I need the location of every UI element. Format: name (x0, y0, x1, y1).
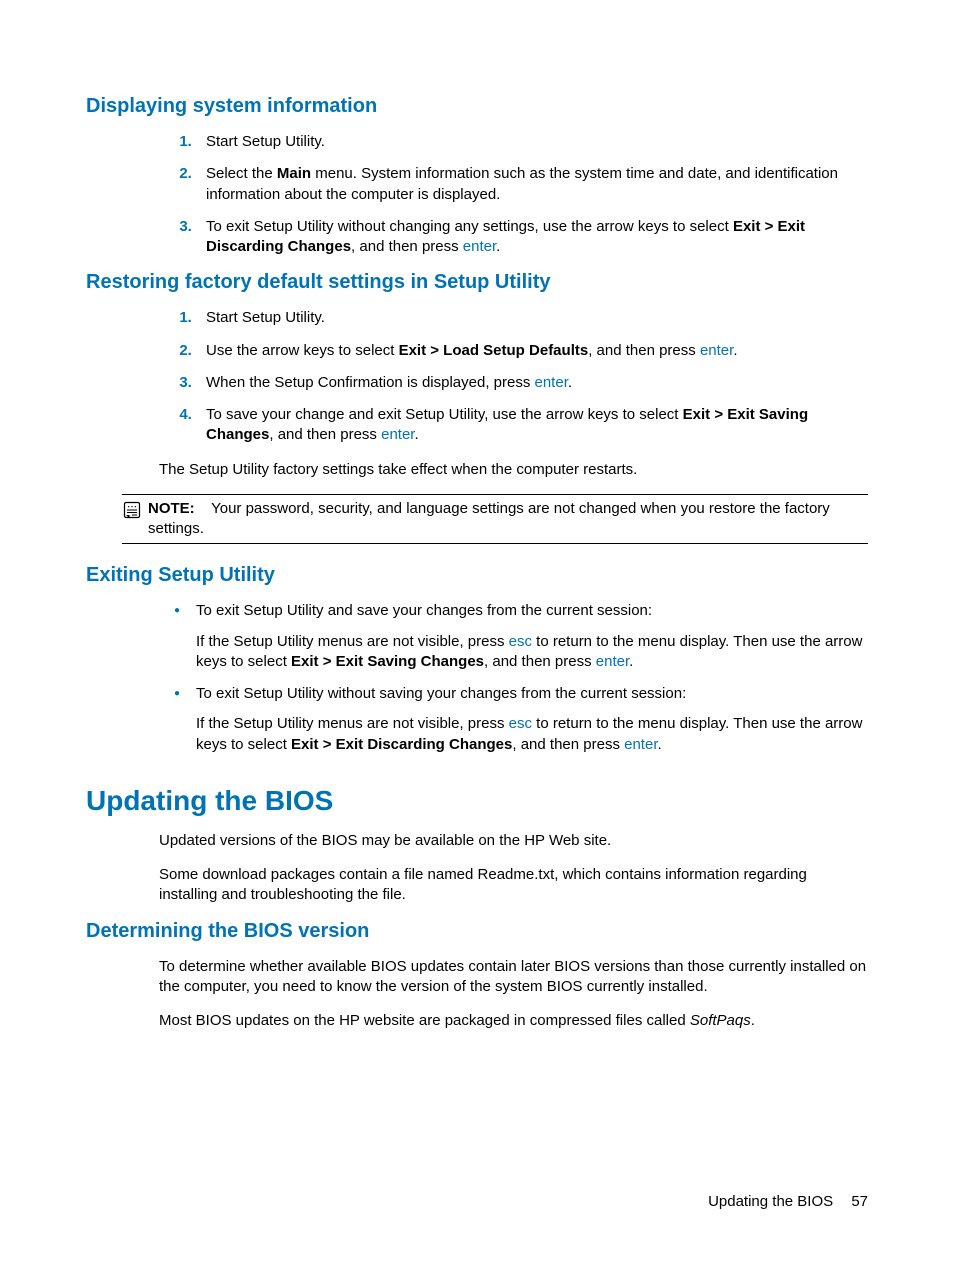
heading-updating-the-bios: Updating the BIOS (86, 785, 868, 817)
heading-displaying-system-information: Displaying system information (86, 95, 868, 118)
text-run: , and then press (588, 342, 700, 359)
bold-text: Exit > Exit Discarding Changes (291, 736, 512, 753)
key-name: enter (535, 374, 568, 391)
body-text: The Setup Utility factory settings take … (86, 460, 868, 480)
ordered-list-section2: Start Setup Utility. Use the arrow keys t… (86, 308, 868, 445)
heading-exiting-setup-utility: Exiting Setup Utility (86, 564, 868, 587)
list-item: Start Setup Utility. (196, 308, 868, 328)
text-run: Use the arrow keys to select (206, 342, 399, 359)
note-icon (122, 500, 142, 520)
key-name: enter (463, 238, 496, 255)
document-page: Displaying system information Start Setu… (0, 0, 954, 1270)
bullet-sub: If the Setup Utility menus are not visib… (196, 632, 868, 673)
note-body: Your password, security, and language se… (148, 500, 830, 537)
text-run: Some download packages contain a file na… (159, 866, 807, 903)
list-item: To exit Setup Utility and save your chan… (196, 601, 868, 672)
text-run: If the Setup Utility menus are not visib… (196, 633, 509, 650)
key-name: esc (509, 633, 532, 650)
body-paragraph: Most BIOS updates on the HP website are … (86, 1011, 868, 1031)
text-run: Most BIOS updates on the HP website are … (159, 1012, 690, 1029)
note-callout: NOTE: Your password, security, and langu… (122, 494, 868, 545)
key-name: enter (596, 653, 629, 670)
text-run: To determine whether available BIOS upda… (159, 958, 866, 995)
text-run: To exit Setup Utility without saving you… (196, 685, 686, 702)
text-run: . (629, 653, 633, 670)
note-label: NOTE: (148, 500, 195, 517)
text-run: To save your change and exit Setup Utili… (206, 406, 683, 423)
bullet-main: To exit Setup Utility without saving you… (196, 684, 868, 704)
text-run: . (496, 238, 500, 255)
text-run: . (733, 342, 737, 359)
page-number: 57 (851, 1193, 868, 1210)
text-run: Select the (206, 165, 277, 182)
bullet-main: To exit Setup Utility and save your chan… (196, 601, 868, 621)
heading-restoring-factory-defaults: Restoring factory default settings in Se… (86, 271, 868, 294)
italic-text: SoftPaqs (690, 1012, 751, 1029)
text-run: . (751, 1012, 755, 1029)
list-item: Select the Main menu. System information… (196, 164, 868, 205)
list-item: To exit Setup Utility without saving you… (196, 684, 868, 755)
bold-text: Exit > Load Setup Defaults (399, 342, 589, 359)
text-run: , and then press (269, 426, 381, 443)
text-run: . (414, 426, 418, 443)
list-item: Start Setup Utility. (196, 132, 868, 152)
text-run: . (658, 736, 662, 753)
heading-determining-bios-version: Determining the BIOS version (86, 920, 868, 943)
body-paragraph: Updated versions of the BIOS may be avai… (86, 831, 868, 851)
text-run: , and then press (484, 653, 596, 670)
key-name: enter (624, 736, 657, 753)
text-run: , and then press (512, 736, 624, 753)
list-item: When the Setup Confirmation is displayed… (196, 373, 868, 393)
text-run: To exit Setup Utility and save your chan… (196, 602, 652, 619)
bold-text: Main (277, 165, 311, 182)
text-run: , and then press (351, 238, 463, 255)
bullet-sub: If the Setup Utility menus are not visib… (196, 714, 868, 755)
page-footer: Updating the BIOS 57 (708, 1193, 868, 1210)
key-name: enter (700, 342, 733, 359)
text-run: . (568, 374, 572, 391)
body-paragraph: To determine whether available BIOS upda… (86, 957, 868, 998)
body-paragraph: Some download packages contain a file na… (86, 865, 868, 906)
text-run: Start Setup Utility. (206, 309, 325, 326)
list-item: To exit Setup Utility without changing a… (196, 217, 868, 258)
text-run: When the Setup Confirmation is displayed… (206, 374, 535, 391)
bold-text: Exit > Exit Saving Changes (291, 653, 484, 670)
text-run: If the Setup Utility menus are not visib… (196, 715, 509, 732)
key-name: enter (381, 426, 414, 443)
text-run: Start Setup Utility. (206, 133, 325, 150)
ordered-list-section1: Start Setup Utility. Select the Main menu… (86, 132, 868, 257)
list-item: To save your change and exit Setup Utili… (196, 405, 868, 446)
bullet-list-section3: To exit Setup Utility and save your chan… (86, 601, 868, 755)
list-item: Use the arrow keys to select Exit > Load… (196, 341, 868, 361)
key-name: esc (509, 715, 532, 732)
note-text: NOTE: Your password, security, and langu… (148, 499, 868, 540)
text-run: To exit Setup Utility without changing a… (206, 218, 733, 235)
text-run: Updated versions of the BIOS may be avai… (159, 832, 611, 849)
footer-text: Updating the BIOS (708, 1193, 833, 1210)
